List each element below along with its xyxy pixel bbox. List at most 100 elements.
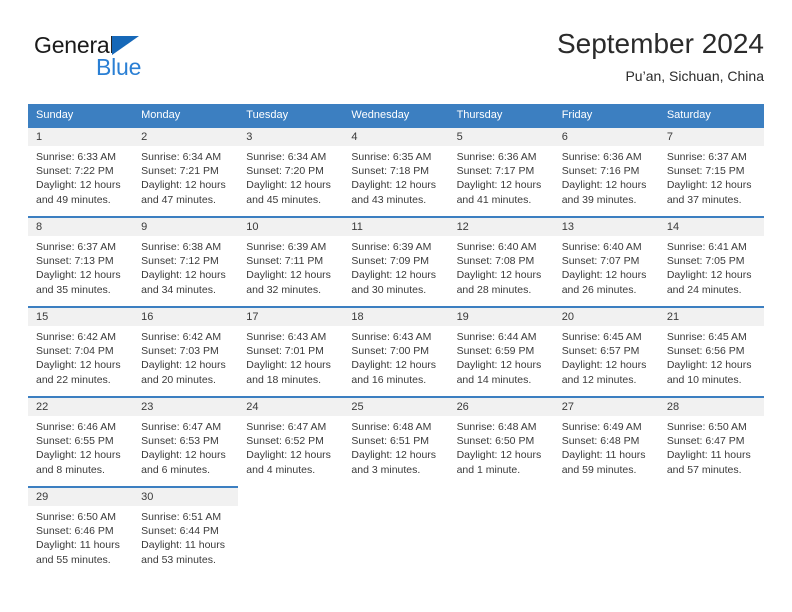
day-cell[interactable]: 24 Sunrise: 6:47 AM Sunset: 6:52 PM Dayligh… bbox=[238, 396, 344, 486]
calendar-page: General Blue September 2024 Pu’an, Sichu… bbox=[0, 0, 792, 612]
day-cell[interactable]: 27 Sunrise: 6:49 AM Sunset: 6:48 PM Dayligh… bbox=[553, 396, 659, 486]
day-cell[interactable]: 25 Sunrise: 6:48 AM Sunset: 6:51 PM Dayligh… bbox=[343, 396, 449, 486]
daylight-text: Daylight: 12 hours and 26 minutes. bbox=[561, 269, 647, 296]
day-cell[interactable]: 9 Sunrise: 6:38 AM Sunset: 7:12 PM Daylight… bbox=[133, 216, 239, 306]
daylight-text: Daylight: 12 hours and 35 minutes. bbox=[36, 269, 121, 296]
sunset-text: Sunset: 6:56 PM bbox=[666, 345, 745, 358]
day-cell[interactable]: 16 Sunrise: 6:42 AM Sunset: 7:03 PM Dayligh… bbox=[133, 306, 239, 396]
day-cell[interactable]: 26 Sunrise: 6:48 AM Sunset: 6:50 PM Dayligh… bbox=[448, 396, 554, 486]
day-number: 22 bbox=[28, 398, 134, 416]
day-cell[interactable]: 8 Sunrise: 6:37 AM Sunset: 7:13 PM Daylight… bbox=[28, 216, 134, 306]
sunrise-text: Sunrise: 6:46 AM bbox=[36, 421, 116, 433]
day-cell[interactable]: 4 Sunrise: 6:35 AM Sunset: 7:18 PM Daylight… bbox=[343, 126, 449, 216]
day-number: 15 bbox=[28, 308, 134, 326]
day-number: 25 bbox=[343, 398, 449, 416]
day-number: 30 bbox=[133, 488, 239, 506]
sunset-text: Sunset: 6:59 PM bbox=[456, 345, 535, 358]
sunset-text: Sunset: 6:44 PM bbox=[141, 525, 219, 538]
day-cell[interactable]: 23 Sunrise: 6:47 AM Sunset: 6:53 PM Dayligh… bbox=[133, 396, 239, 486]
day-cell[interactable]: 5 Sunrise: 6:36 AM Sunset: 7:17 PM Daylight… bbox=[448, 126, 554, 216]
sunset-text: Sunset: 7:16 PM bbox=[561, 165, 640, 178]
day-number: 23 bbox=[133, 398, 239, 416]
day-cell[interactable]: 10 Sunrise: 6:39 AM Sunset: 7:11 PM Dayligh… bbox=[238, 216, 344, 306]
weekday-friday: Friday bbox=[561, 109, 593, 121]
day-cell[interactable]: 17 Sunrise: 6:43 AM Sunset: 7:01 PM Dayligh… bbox=[238, 306, 344, 396]
day-cell[interactable]: 28 Sunrise: 6:50 AM Sunset: 6:47 PM Dayligh… bbox=[658, 396, 764, 486]
day-info: Sunrise: 6:37 AM Sunset: 7:13 PM Daylight:… bbox=[28, 236, 133, 297]
day-cell[interactable]: 19 Sunrise: 6:44 AM Sunset: 6:59 PM Dayligh… bbox=[448, 306, 554, 396]
day-cell[interactable]: 30 Sunrise: 6:51 AM Sunset: 6:44 PM Dayligh… bbox=[133, 486, 239, 576]
daylight-text: Daylight: 12 hours and 6 minutes. bbox=[141, 449, 226, 476]
sunrise-text: Sunrise: 6:43 AM bbox=[351, 331, 432, 343]
day-number: 29 bbox=[28, 488, 134, 506]
sunrise-text: Sunrise: 6:36 AM bbox=[456, 151, 537, 163]
sunrise-text: Sunrise: 6:33 AM bbox=[36, 151, 116, 163]
day-cell[interactable]: 1 Sunrise: 6:33 AM Sunset: 7:22 PM Daylight… bbox=[28, 126, 134, 216]
daylight-text: Daylight: 12 hours and 8 minutes. bbox=[36, 449, 121, 476]
sunset-text: Sunset: 6:47 PM bbox=[666, 435, 745, 448]
daylight-text: Daylight: 12 hours and 14 minutes. bbox=[456, 359, 542, 386]
sunset-text: Sunset: 7:09 PM bbox=[351, 255, 430, 268]
sunrise-text: Sunrise: 6:40 AM bbox=[561, 241, 642, 253]
daylight-text: Daylight: 11 hours and 59 minutes. bbox=[561, 449, 646, 476]
sunrise-text: Sunrise: 6:36 AM bbox=[561, 151, 642, 163]
day-cell[interactable]: 13 Sunrise: 6:40 AM Sunset: 7:07 PM Dayligh… bbox=[553, 216, 659, 306]
day-info: Sunrise: 6:43 AM Sunset: 7:01 PM Daylight:… bbox=[238, 326, 343, 387]
day-number: 8 bbox=[28, 218, 134, 236]
day-info: Sunrise: 6:41 AM Sunset: 7:05 PM Daylight:… bbox=[659, 236, 764, 297]
day-number: 28 bbox=[658, 398, 764, 416]
day-info: Sunrise: 6:34 AM Sunset: 7:21 PM Daylight:… bbox=[133, 146, 238, 207]
daylight-text: Daylight: 11 hours and 53 minutes. bbox=[141, 539, 225, 566]
day-cell[interactable]: 3 Sunrise: 6:34 AM Sunset: 7:20 PM Daylight… bbox=[238, 126, 344, 216]
day-info: Sunrise: 6:38 AM Sunset: 7:12 PM Daylight:… bbox=[133, 236, 238, 297]
day-cell[interactable]: 11 Sunrise: 6:39 AM Sunset: 7:09 PM Dayligh… bbox=[343, 216, 449, 306]
day-info: Sunrise: 6:40 AM Sunset: 7:08 PM Daylight:… bbox=[449, 236, 554, 297]
sunset-text: Sunset: 6:57 PM bbox=[561, 345, 640, 358]
calendar-week-row: 1 Sunrise: 6:33 AM Sunset: 7:22 PM Daylight… bbox=[28, 126, 764, 216]
sunrise-text: Sunrise: 6:49 AM bbox=[561, 421, 642, 433]
day-number: 1 bbox=[28, 128, 134, 146]
daylight-text: Daylight: 12 hours and 24 minutes. bbox=[666, 269, 752, 296]
sunrise-text: Sunrise: 6:48 AM bbox=[456, 421, 537, 433]
day-info: Sunrise: 6:48 AM Sunset: 6:50 PM Daylight:… bbox=[449, 416, 554, 477]
day-cell[interactable]: 29 Sunrise: 6:50 AM Sunset: 6:46 PM Dayligh… bbox=[28, 486, 134, 576]
day-cell[interactable]: 20 Sunrise: 6:45 AM Sunset: 6:57 PM Dayligh… bbox=[553, 306, 659, 396]
day-cell[interactable]: 22 Sunrise: 6:46 AM Sunset: 6:55 PM Dayligh… bbox=[28, 396, 134, 486]
daylight-text: Daylight: 11 hours and 57 minutes. bbox=[666, 449, 751, 476]
calendar-week-row: 15 Sunrise: 6:42 AM Sunset: 7:04 PM Dayligh… bbox=[28, 306, 764, 396]
day-cell[interactable]: 18 Sunrise: 6:43 AM Sunset: 7:00 PM Dayligh… bbox=[343, 306, 449, 396]
day-info: Sunrise: 6:43 AM Sunset: 7:00 PM Daylight:… bbox=[343, 326, 448, 387]
day-cell[interactable]: 15 Sunrise: 6:42 AM Sunset: 7:04 PM Dayligh… bbox=[28, 306, 134, 396]
sunrise-text: Sunrise: 6:37 AM bbox=[666, 151, 747, 163]
page-header: General Blue September 2024 Pu’an, Sichu… bbox=[28, 26, 764, 96]
day-info: Sunrise: 6:39 AM Sunset: 7:09 PM Daylight:… bbox=[343, 236, 448, 297]
daylight-text: Daylight: 12 hours and 32 minutes. bbox=[246, 269, 331, 296]
daylight-text: Daylight: 12 hours and 49 minutes. bbox=[36, 179, 121, 206]
day-info: Sunrise: 6:37 AM Sunset: 7:15 PM Daylight:… bbox=[659, 146, 764, 207]
sunset-text: Sunset: 6:55 PM bbox=[36, 435, 114, 448]
day-cell[interactable]: 2 Sunrise: 6:34 AM Sunset: 7:21 PM Daylight… bbox=[133, 126, 239, 216]
day-cell[interactable]: 7 Sunrise: 6:37 AM Sunset: 7:15 PM Daylight… bbox=[658, 126, 764, 216]
day-cell[interactable]: 14 Sunrise: 6:41 AM Sunset: 7:05 PM Dayligh… bbox=[658, 216, 764, 306]
sunrise-text: Sunrise: 6:34 AM bbox=[246, 151, 327, 163]
sunset-text: Sunset: 6:52 PM bbox=[246, 435, 324, 448]
sunset-text: Sunset: 7:22 PM bbox=[36, 165, 114, 178]
sunrise-text: Sunrise: 6:50 AM bbox=[666, 421, 747, 433]
weekday-monday: Monday bbox=[141, 109, 181, 121]
sunrise-text: Sunrise: 6:47 AM bbox=[246, 421, 327, 433]
sunset-text: Sunset: 7:01 PM bbox=[246, 345, 324, 358]
day-cell[interactable]: 6 Sunrise: 6:36 AM Sunset: 7:16 PM Daylight… bbox=[553, 126, 659, 216]
general-blue-logo[interactable]: General Blue bbox=[34, 32, 214, 92]
sunset-text: Sunset: 7:00 PM bbox=[351, 345, 430, 358]
day-cell-empty bbox=[658, 486, 764, 576]
weekday-wednesday: Wednesday bbox=[351, 109, 410, 121]
day-info: Sunrise: 6:35 AM Sunset: 7:18 PM Daylight:… bbox=[343, 146, 448, 207]
daylight-text: Daylight: 12 hours and 34 minutes. bbox=[141, 269, 226, 296]
sunrise-text: Sunrise: 6:44 AM bbox=[456, 331, 537, 343]
day-number: 20 bbox=[553, 308, 659, 326]
daylight-text: Daylight: 12 hours and 10 minutes. bbox=[666, 359, 752, 386]
day-cell[interactable]: 12 Sunrise: 6:40 AM Sunset: 7:08 PM Dayligh… bbox=[448, 216, 554, 306]
daylight-text: Daylight: 12 hours and 30 minutes. bbox=[351, 269, 437, 296]
sunset-text: Sunset: 6:46 PM bbox=[36, 525, 114, 538]
day-cell[interactable]: 21 Sunrise: 6:45 AM Sunset: 6:56 PM Dayligh… bbox=[658, 306, 764, 396]
